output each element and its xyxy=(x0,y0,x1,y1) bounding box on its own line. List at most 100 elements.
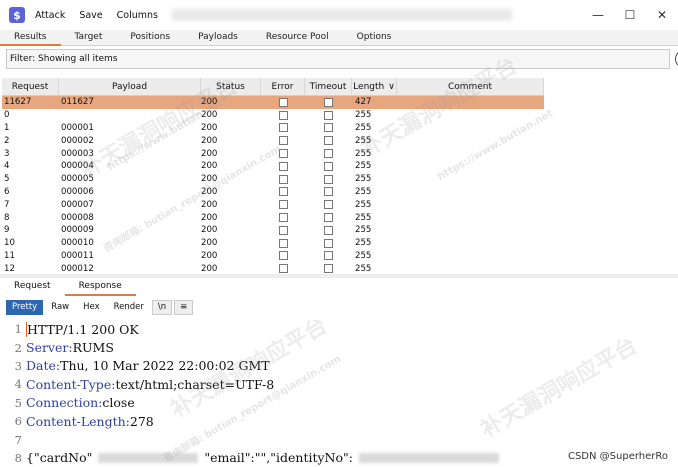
tab-options[interactable]: Options xyxy=(343,30,406,46)
sort-down-icon: ∨ xyxy=(388,81,395,92)
table-row[interactable]: 10 000010 200 255 xyxy=(2,237,544,250)
cell-status: 200 xyxy=(201,263,218,274)
cell-payload: 000007 xyxy=(61,199,94,210)
cell-status: 200 xyxy=(201,97,218,108)
table-row[interactable]: 3 000003 200 255 xyxy=(2,147,544,160)
cell-timeout xyxy=(305,200,352,210)
cell-request: 7 xyxy=(4,199,10,210)
table-row[interactable]: 7 000007 200 255 xyxy=(2,198,544,211)
newline-button[interactable]: \n xyxy=(151,300,173,315)
cell-length: 255 xyxy=(355,174,372,185)
timeout-checkbox xyxy=(324,149,333,159)
cell-payload: 000010 xyxy=(61,238,94,249)
header-key: Connection: xyxy=(26,395,103,411)
cell-error xyxy=(261,200,305,210)
cell-status: 200 xyxy=(201,122,218,133)
hex-button[interactable]: Hex xyxy=(77,300,106,315)
raw-button[interactable]: Raw xyxy=(45,300,75,315)
window-controls: — ☐ ✕ xyxy=(582,0,678,30)
message-tabs: Request Response xyxy=(0,279,678,296)
col-payload[interactable]: Payload xyxy=(59,78,201,95)
cell-request: 8 xyxy=(4,212,10,223)
cell-payload: 000006 xyxy=(61,186,94,197)
header-value: RUMS xyxy=(72,340,114,356)
cell-request: 3 xyxy=(4,148,10,159)
table-row[interactable]: 8 000008 200 255 xyxy=(2,211,544,224)
cell-payload: 000012 xyxy=(61,263,94,274)
timeout-checkbox xyxy=(324,110,333,120)
tab-resource-pool[interactable]: Resource Pool xyxy=(252,30,343,46)
redacted-value xyxy=(358,452,499,463)
blurred-title xyxy=(172,9,512,21)
col-comment[interactable]: Comment xyxy=(397,78,544,95)
header-value: close xyxy=(102,395,135,411)
line-number: 1 xyxy=(14,322,22,337)
tab-request[interactable]: Request xyxy=(0,279,65,296)
tab-target[interactable]: Target xyxy=(61,30,117,46)
response-viewer[interactable]: 1 HTTP/1.1 200 OK 2 Server: RUMS 3 Date: Thu,… xyxy=(0,320,678,466)
menu-save[interactable]: Save xyxy=(79,10,102,21)
table-row[interactable]: 4 000004 200 255 xyxy=(2,160,544,173)
col-timeout[interactable]: Timeout xyxy=(305,78,352,95)
col-request[interactable]: Request xyxy=(2,78,59,95)
cell-length: 255 xyxy=(355,250,372,261)
cell-timeout xyxy=(305,264,352,274)
header-key: Content-Length: xyxy=(26,413,130,429)
col-length-label: Length xyxy=(353,81,385,92)
cell-status: 200 xyxy=(201,225,218,236)
minimize-icon[interactable]: — xyxy=(582,0,614,30)
table-row[interactable]: 11 000011 200 255 xyxy=(2,250,544,263)
col-length[interactable]: Length ∨ xyxy=(352,78,397,95)
tab-results[interactable]: Results xyxy=(0,30,61,46)
cell-status: 200 xyxy=(201,199,218,210)
cell-status: 200 xyxy=(201,174,218,185)
cell-error xyxy=(261,238,305,248)
json-part-1: {"cardNo" xyxy=(26,450,93,466)
view-toolbar: Pretty Raw Hex Render \n ≡ xyxy=(6,300,195,315)
menu-columns[interactable]: Columns xyxy=(117,10,158,21)
error-checkbox xyxy=(278,200,288,210)
tab-payloads[interactable]: Payloads xyxy=(184,30,252,46)
response-line: 2 Server: RUMS xyxy=(0,338,678,356)
col-error[interactable]: Error xyxy=(261,78,305,95)
table-row[interactable]: 11627 011627 200 427 xyxy=(2,96,544,109)
timeout-checkbox xyxy=(324,136,333,146)
menu-icon[interactable]: ≡ xyxy=(174,300,194,315)
cell-request: 5 xyxy=(4,174,10,185)
line-number: 4 xyxy=(14,377,22,392)
table-row[interactable]: 1 000001 200 255 xyxy=(2,122,544,135)
cell-status: 200 xyxy=(201,148,218,159)
menu-attack[interactable]: Attack xyxy=(35,10,65,21)
maximize-icon[interactable]: ☐ xyxy=(614,0,646,30)
cell-status: 200 xyxy=(201,161,218,172)
render-button[interactable]: Render xyxy=(108,300,150,315)
error-checkbox xyxy=(278,225,288,235)
cell-payload: 000004 xyxy=(61,161,94,172)
timeout-checkbox xyxy=(324,251,333,261)
tab-response[interactable]: Response xyxy=(64,279,136,296)
header-key: Content-Type: xyxy=(26,376,116,392)
cell-request: 9 xyxy=(4,225,10,236)
cell-payload: 000001 xyxy=(61,122,94,133)
timeout-checkbox xyxy=(324,264,333,274)
menu-bar: Attack Save Columns xyxy=(35,10,172,21)
cell-length: 255 xyxy=(355,186,372,197)
cell-length: 255 xyxy=(355,135,372,146)
table-row[interactable]: 0 200 255 xyxy=(2,109,544,122)
tab-positions[interactable]: Positions xyxy=(116,30,184,46)
table-row[interactable]: 5 000005 200 255 xyxy=(2,173,544,186)
cell-request: 12 xyxy=(4,263,15,274)
pretty-button[interactable]: Pretty xyxy=(6,300,44,315)
table-row[interactable]: 2 000002 200 255 xyxy=(2,134,544,147)
splitter-handle[interactable] xyxy=(0,274,678,278)
table-row[interactable]: 12 000012 200 255 xyxy=(2,262,544,274)
col-status[interactable]: Status xyxy=(201,78,261,95)
filter-bar[interactable]: Filter: Showing all items ? xyxy=(6,49,678,69)
cell-timeout xyxy=(305,136,352,146)
close-icon[interactable]: ✕ xyxy=(646,0,678,30)
table-row[interactable]: 9 000009 200 255 xyxy=(2,224,544,237)
table-row[interactable]: 6 000006 200 255 xyxy=(2,186,544,199)
response-line: 5 Connection: close xyxy=(0,394,678,412)
cell-request: 11 xyxy=(4,250,15,261)
cell-length: 255 xyxy=(355,199,372,210)
